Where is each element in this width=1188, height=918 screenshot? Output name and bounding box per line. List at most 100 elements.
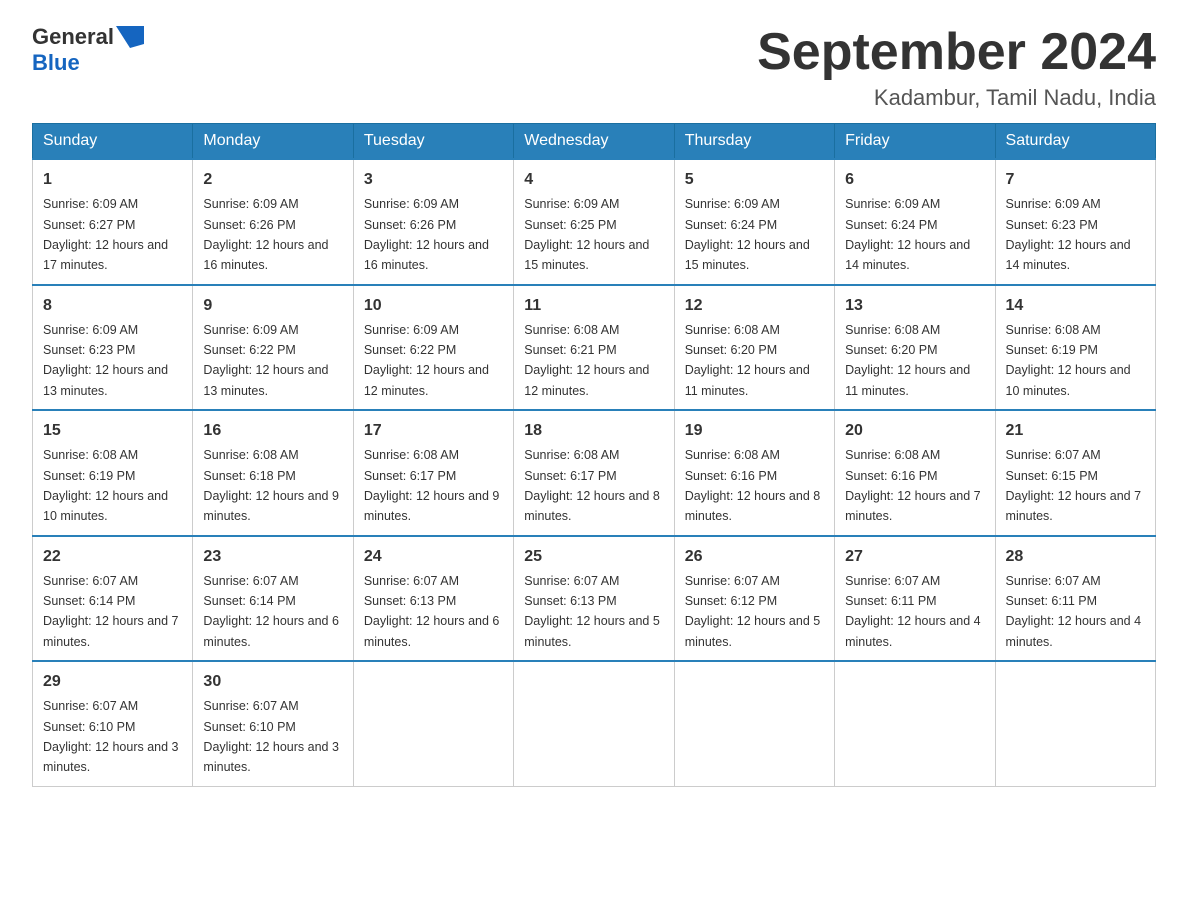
logo-general-text: General bbox=[32, 24, 114, 50]
day-number: 12 bbox=[685, 294, 824, 318]
day-number: 23 bbox=[203, 545, 342, 569]
day-number: 15 bbox=[43, 419, 182, 443]
day-info: Sunrise: 6:09 AMSunset: 6:27 PMDaylight:… bbox=[43, 197, 168, 272]
day-number: 5 bbox=[685, 168, 824, 192]
day-info: Sunrise: 6:07 AMSunset: 6:15 PMDaylight:… bbox=[1006, 448, 1142, 523]
table-row: 3 Sunrise: 6:09 AMSunset: 6:26 PMDayligh… bbox=[353, 159, 513, 285]
day-info: Sunrise: 6:09 AMSunset: 6:26 PMDaylight:… bbox=[364, 197, 489, 272]
days-header-row: Sunday Monday Tuesday Wednesday Thursday… bbox=[33, 124, 1156, 160]
day-info: Sunrise: 6:08 AMSunset: 6:20 PMDaylight:… bbox=[845, 323, 970, 398]
table-row: 20 Sunrise: 6:08 AMSunset: 6:16 PMDaylig… bbox=[835, 410, 995, 536]
day-number: 21 bbox=[1006, 419, 1145, 443]
day-info: Sunrise: 6:07 AMSunset: 6:13 PMDaylight:… bbox=[364, 574, 500, 649]
table-row: 16 Sunrise: 6:08 AMSunset: 6:18 PMDaylig… bbox=[193, 410, 353, 536]
week-row-2: 8 Sunrise: 6:09 AMSunset: 6:23 PMDayligh… bbox=[33, 285, 1156, 411]
day-info: Sunrise: 6:07 AMSunset: 6:11 PMDaylight:… bbox=[845, 574, 981, 649]
day-number: 9 bbox=[203, 294, 342, 318]
table-row: 8 Sunrise: 6:09 AMSunset: 6:23 PMDayligh… bbox=[33, 285, 193, 411]
week-row-1: 1 Sunrise: 6:09 AMSunset: 6:27 PMDayligh… bbox=[33, 159, 1156, 285]
header-saturday: Saturday bbox=[995, 124, 1155, 160]
day-number: 30 bbox=[203, 670, 342, 694]
day-info: Sunrise: 6:09 AMSunset: 6:23 PMDaylight:… bbox=[1006, 197, 1131, 272]
table-row: 27 Sunrise: 6:07 AMSunset: 6:11 PMDaylig… bbox=[835, 536, 995, 662]
day-number: 17 bbox=[364, 419, 503, 443]
table-row: 25 Sunrise: 6:07 AMSunset: 6:13 PMDaylig… bbox=[514, 536, 674, 662]
table-row: 2 Sunrise: 6:09 AMSunset: 6:26 PMDayligh… bbox=[193, 159, 353, 285]
day-number: 13 bbox=[845, 294, 984, 318]
table-row bbox=[674, 661, 834, 786]
day-info: Sunrise: 6:09 AMSunset: 6:25 PMDaylight:… bbox=[524, 197, 649, 272]
day-number: 11 bbox=[524, 294, 663, 318]
day-info: Sunrise: 6:07 AMSunset: 6:10 PMDaylight:… bbox=[203, 699, 339, 774]
table-row: 21 Sunrise: 6:07 AMSunset: 6:15 PMDaylig… bbox=[995, 410, 1155, 536]
header-wednesday: Wednesday bbox=[514, 124, 674, 160]
day-info: Sunrise: 6:09 AMSunset: 6:23 PMDaylight:… bbox=[43, 323, 168, 398]
table-row: 5 Sunrise: 6:09 AMSunset: 6:24 PMDayligh… bbox=[674, 159, 834, 285]
day-number: 1 bbox=[43, 168, 182, 192]
day-number: 2 bbox=[203, 168, 342, 192]
day-number: 29 bbox=[43, 670, 182, 694]
table-row: 11 Sunrise: 6:08 AMSunset: 6:21 PMDaylig… bbox=[514, 285, 674, 411]
logo-icon bbox=[116, 26, 144, 48]
header-sunday: Sunday bbox=[33, 124, 193, 160]
title-block: September 2024 Kadambur, Tamil Nadu, Ind… bbox=[757, 24, 1156, 111]
table-row: 22 Sunrise: 6:07 AMSunset: 6:14 PMDaylig… bbox=[33, 536, 193, 662]
week-row-5: 29 Sunrise: 6:07 AMSunset: 6:10 PMDaylig… bbox=[33, 661, 1156, 786]
day-info: Sunrise: 6:09 AMSunset: 6:24 PMDaylight:… bbox=[845, 197, 970, 272]
logo-blue-text: Blue bbox=[32, 50, 80, 76]
table-row: 12 Sunrise: 6:08 AMSunset: 6:20 PMDaylig… bbox=[674, 285, 834, 411]
table-row bbox=[353, 661, 513, 786]
table-row: 14 Sunrise: 6:08 AMSunset: 6:19 PMDaylig… bbox=[995, 285, 1155, 411]
table-row: 10 Sunrise: 6:09 AMSunset: 6:22 PMDaylig… bbox=[353, 285, 513, 411]
day-number: 3 bbox=[364, 168, 503, 192]
table-row: 4 Sunrise: 6:09 AMSunset: 6:25 PMDayligh… bbox=[514, 159, 674, 285]
day-info: Sunrise: 6:09 AMSunset: 6:26 PMDaylight:… bbox=[203, 197, 328, 272]
day-info: Sunrise: 6:09 AMSunset: 6:24 PMDaylight:… bbox=[685, 197, 810, 272]
day-info: Sunrise: 6:08 AMSunset: 6:19 PMDaylight:… bbox=[1006, 323, 1131, 398]
day-number: 24 bbox=[364, 545, 503, 569]
page-header: General Blue September 2024 Kadambur, Ta… bbox=[32, 24, 1156, 111]
header-monday: Monday bbox=[193, 124, 353, 160]
day-number: 22 bbox=[43, 545, 182, 569]
table-row bbox=[995, 661, 1155, 786]
table-row: 19 Sunrise: 6:08 AMSunset: 6:16 PMDaylig… bbox=[674, 410, 834, 536]
table-row: 24 Sunrise: 6:07 AMSunset: 6:13 PMDaylig… bbox=[353, 536, 513, 662]
day-info: Sunrise: 6:08 AMSunset: 6:18 PMDaylight:… bbox=[203, 448, 339, 523]
day-info: Sunrise: 6:07 AMSunset: 6:11 PMDaylight:… bbox=[1006, 574, 1142, 649]
day-info: Sunrise: 6:08 AMSunset: 6:19 PMDaylight:… bbox=[43, 448, 168, 523]
day-info: Sunrise: 6:08 AMSunset: 6:16 PMDaylight:… bbox=[685, 448, 821, 523]
header-friday: Friday bbox=[835, 124, 995, 160]
logo: General Blue bbox=[32, 24, 144, 76]
table-row: 1 Sunrise: 6:09 AMSunset: 6:27 PMDayligh… bbox=[33, 159, 193, 285]
day-number: 28 bbox=[1006, 545, 1145, 569]
week-row-4: 22 Sunrise: 6:07 AMSunset: 6:14 PMDaylig… bbox=[33, 536, 1156, 662]
table-row bbox=[514, 661, 674, 786]
day-info: Sunrise: 6:07 AMSunset: 6:13 PMDaylight:… bbox=[524, 574, 660, 649]
table-row: 29 Sunrise: 6:07 AMSunset: 6:10 PMDaylig… bbox=[33, 661, 193, 786]
table-row: 7 Sunrise: 6:09 AMSunset: 6:23 PMDayligh… bbox=[995, 159, 1155, 285]
day-number: 8 bbox=[43, 294, 182, 318]
table-row: 13 Sunrise: 6:08 AMSunset: 6:20 PMDaylig… bbox=[835, 285, 995, 411]
day-info: Sunrise: 6:08 AMSunset: 6:21 PMDaylight:… bbox=[524, 323, 649, 398]
table-row: 26 Sunrise: 6:07 AMSunset: 6:12 PMDaylig… bbox=[674, 536, 834, 662]
day-number: 4 bbox=[524, 168, 663, 192]
day-info: Sunrise: 6:08 AMSunset: 6:17 PMDaylight:… bbox=[364, 448, 500, 523]
day-info: Sunrise: 6:08 AMSunset: 6:16 PMDaylight:… bbox=[845, 448, 981, 523]
day-number: 10 bbox=[364, 294, 503, 318]
table-row: 30 Sunrise: 6:07 AMSunset: 6:10 PMDaylig… bbox=[193, 661, 353, 786]
day-info: Sunrise: 6:09 AMSunset: 6:22 PMDaylight:… bbox=[203, 323, 328, 398]
calendar-title: September 2024 bbox=[757, 24, 1156, 81]
day-number: 26 bbox=[685, 545, 824, 569]
table-row: 28 Sunrise: 6:07 AMSunset: 6:11 PMDaylig… bbox=[995, 536, 1155, 662]
week-row-3: 15 Sunrise: 6:08 AMSunset: 6:19 PMDaylig… bbox=[33, 410, 1156, 536]
table-row: 17 Sunrise: 6:08 AMSunset: 6:17 PMDaylig… bbox=[353, 410, 513, 536]
table-row: 18 Sunrise: 6:08 AMSunset: 6:17 PMDaylig… bbox=[514, 410, 674, 536]
day-info: Sunrise: 6:07 AMSunset: 6:12 PMDaylight:… bbox=[685, 574, 821, 649]
table-row bbox=[835, 661, 995, 786]
day-number: 20 bbox=[845, 419, 984, 443]
day-number: 19 bbox=[685, 419, 824, 443]
calendar-table: Sunday Monday Tuesday Wednesday Thursday… bbox=[32, 123, 1156, 787]
day-info: Sunrise: 6:08 AMSunset: 6:20 PMDaylight:… bbox=[685, 323, 810, 398]
day-number: 18 bbox=[524, 419, 663, 443]
table-row: 6 Sunrise: 6:09 AMSunset: 6:24 PMDayligh… bbox=[835, 159, 995, 285]
